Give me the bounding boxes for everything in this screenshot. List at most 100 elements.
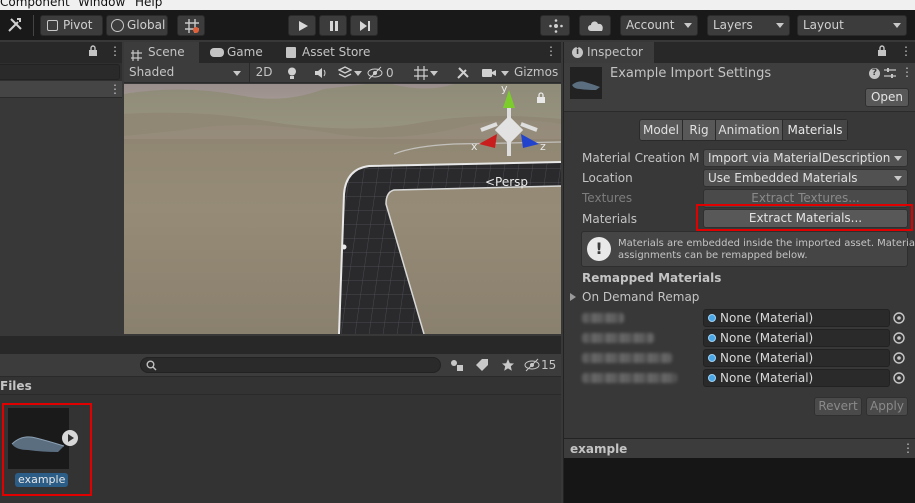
toolbar-divider [249,63,250,83]
hidden-objects-toggle[interactable]: 0 [366,66,408,80]
cloud-button[interactable] [579,15,611,36]
effects-dropdown[interactable] [337,66,362,80]
foldout-arrow-icon[interactable] [570,293,576,301]
remap-material-field[interactable]: None (Material) [703,309,890,327]
tab-materials[interactable]: Materials [783,120,847,140]
object-picker-icon[interactable] [891,370,907,386]
kebab-menu-icon[interactable]: ⋮ [545,45,557,57]
project-tabbar [0,336,561,354]
kebab-menu-icon[interactable]: ⋮ [109,45,121,57]
menu-bar: Component Window Help [0,0,915,10]
revert-button[interactable]: Revert [814,397,862,416]
lock-icon[interactable] [88,45,98,57]
breadcrumb-files[interactable]: Files [0,379,32,393]
open-button[interactable]: Open [865,88,909,107]
menu-window[interactable]: Window [78,0,125,9]
location-dropdown[interactable]: Use Embedded Materials [703,169,908,187]
remap-material-name [582,313,624,323]
menu-component[interactable]: Component [0,0,70,9]
lock-icon[interactable] [877,45,887,57]
layers-dropdown[interactable]: Layers [707,15,790,36]
highlight-extract-materials-frame [696,204,913,231]
search-icon [146,360,157,371]
tab-asset-store[interactable]: Asset Store [284,42,379,63]
grid-snap-icon [185,19,199,33]
tab-game[interactable]: Game [208,42,274,63]
tab-game-label: Game [227,45,263,59]
kebab-menu-icon[interactable]: ⋮ [109,83,121,95]
material-icon [708,374,716,382]
grid-dropdown[interactable] [414,66,438,80]
favorite-star-icon[interactable] [501,358,515,372]
lightbulb-icon[interactable] [287,67,297,79]
main-toolbar: Pivot Global Account Layers Layout [0,10,915,40]
scene-orientation-gizmo[interactable]: y x z [469,84,549,162]
layers-label: Layers [713,18,753,32]
tab-model[interactable]: Model [640,120,683,140]
account-dropdown[interactable]: Account [620,15,698,36]
highlight-asset-frame [2,403,92,496]
chevron-down-icon [684,23,692,28]
hierarchy-scene-row[interactable]: ⋮ [0,81,122,98]
menu-help[interactable]: Help [135,0,162,9]
remap-material-field[interactable]: None (Material) [703,329,890,347]
layout-dropdown[interactable]: Layout [797,15,907,36]
hidden-packages-toggle[interactable]: 15 [524,358,558,372]
tab-animation[interactable]: Animation [716,120,783,140]
presets-icon[interactable] [884,67,896,79]
global-button[interactable]: Global [106,15,168,36]
remap-value: None (Material) [720,351,814,365]
tab-inspector[interactable]: i Inspector [564,42,654,63]
projection-toggle[interactable]: <Persp [485,175,528,189]
pivot-label: Pivot [63,18,93,32]
filter-type-icon[interactable] [450,358,464,372]
location-label: Location [582,171,633,185]
tools-icon[interactable] [6,16,24,34]
label-tag-icon[interactable] [475,358,489,372]
layout-label: Layout [803,18,844,32]
model-preview-viewport[interactable] [563,458,915,503]
project-search-input[interactable] [140,357,441,373]
kebab-menu-icon[interactable]: ⋮ [901,66,913,78]
scene-viewport[interactable]: y x z <Persp [124,84,561,334]
help-icon[interactable]: ? [869,68,880,79]
material-creation-dropdown[interactable]: Import via MaterialDescription [703,149,908,167]
tools-icon[interactable] [456,66,470,80]
pivot-button[interactable]: Pivot [40,15,103,36]
play-button[interactable] [288,15,316,36]
hierarchy-search-input[interactable] [0,64,120,80]
tab-scene[interactable]: Scene [124,42,199,63]
toolbar-divider [33,15,34,36]
chevron-down-icon [233,71,241,76]
audio-icon[interactable] [314,67,328,79]
object-picker-icon[interactable] [891,330,907,346]
object-picker-icon[interactable] [891,350,907,366]
camera-dropdown[interactable] [481,66,509,80]
collab-button[interactable] [540,15,570,36]
step-button[interactable] [350,15,378,36]
textures-label: Textures [582,191,633,205]
camera-icon [482,69,496,77]
pause-button[interactable] [319,15,347,36]
chevron-down-icon [894,156,902,161]
kebab-menu-icon[interactable]: ⋮ [902,442,914,454]
apply-button[interactable]: Apply [866,397,908,416]
on-demand-remap-foldout[interactable]: On Demand Remap [582,290,699,304]
mode-2d-toggle[interactable]: 2D [252,63,276,83]
object-picker-icon[interactable] [891,310,907,326]
preview-header: example ⋮ [563,438,915,458]
remap-material-field[interactable]: None (Material) [703,369,890,387]
chevron-down-icon [430,71,438,76]
gizmos-dropdown[interactable]: Gizmos [514,63,561,83]
hidden-count: 0 [386,66,394,80]
kebab-menu-icon[interactable]: ⋮ [900,45,912,57]
remap-material-field[interactable]: None (Material) [703,349,890,367]
tab-rig[interactable]: Rig [683,120,716,140]
collab-icon [549,19,563,33]
shading-mode-dropdown[interactable]: Shaded [124,63,246,83]
snap-grid-button[interactable] [177,15,205,36]
pause-icon [330,21,338,31]
hierarchy-panel: ⋮ ⋮ [0,42,122,334]
eye-slash-icon [524,358,540,372]
axis-label-x: x [471,140,478,153]
